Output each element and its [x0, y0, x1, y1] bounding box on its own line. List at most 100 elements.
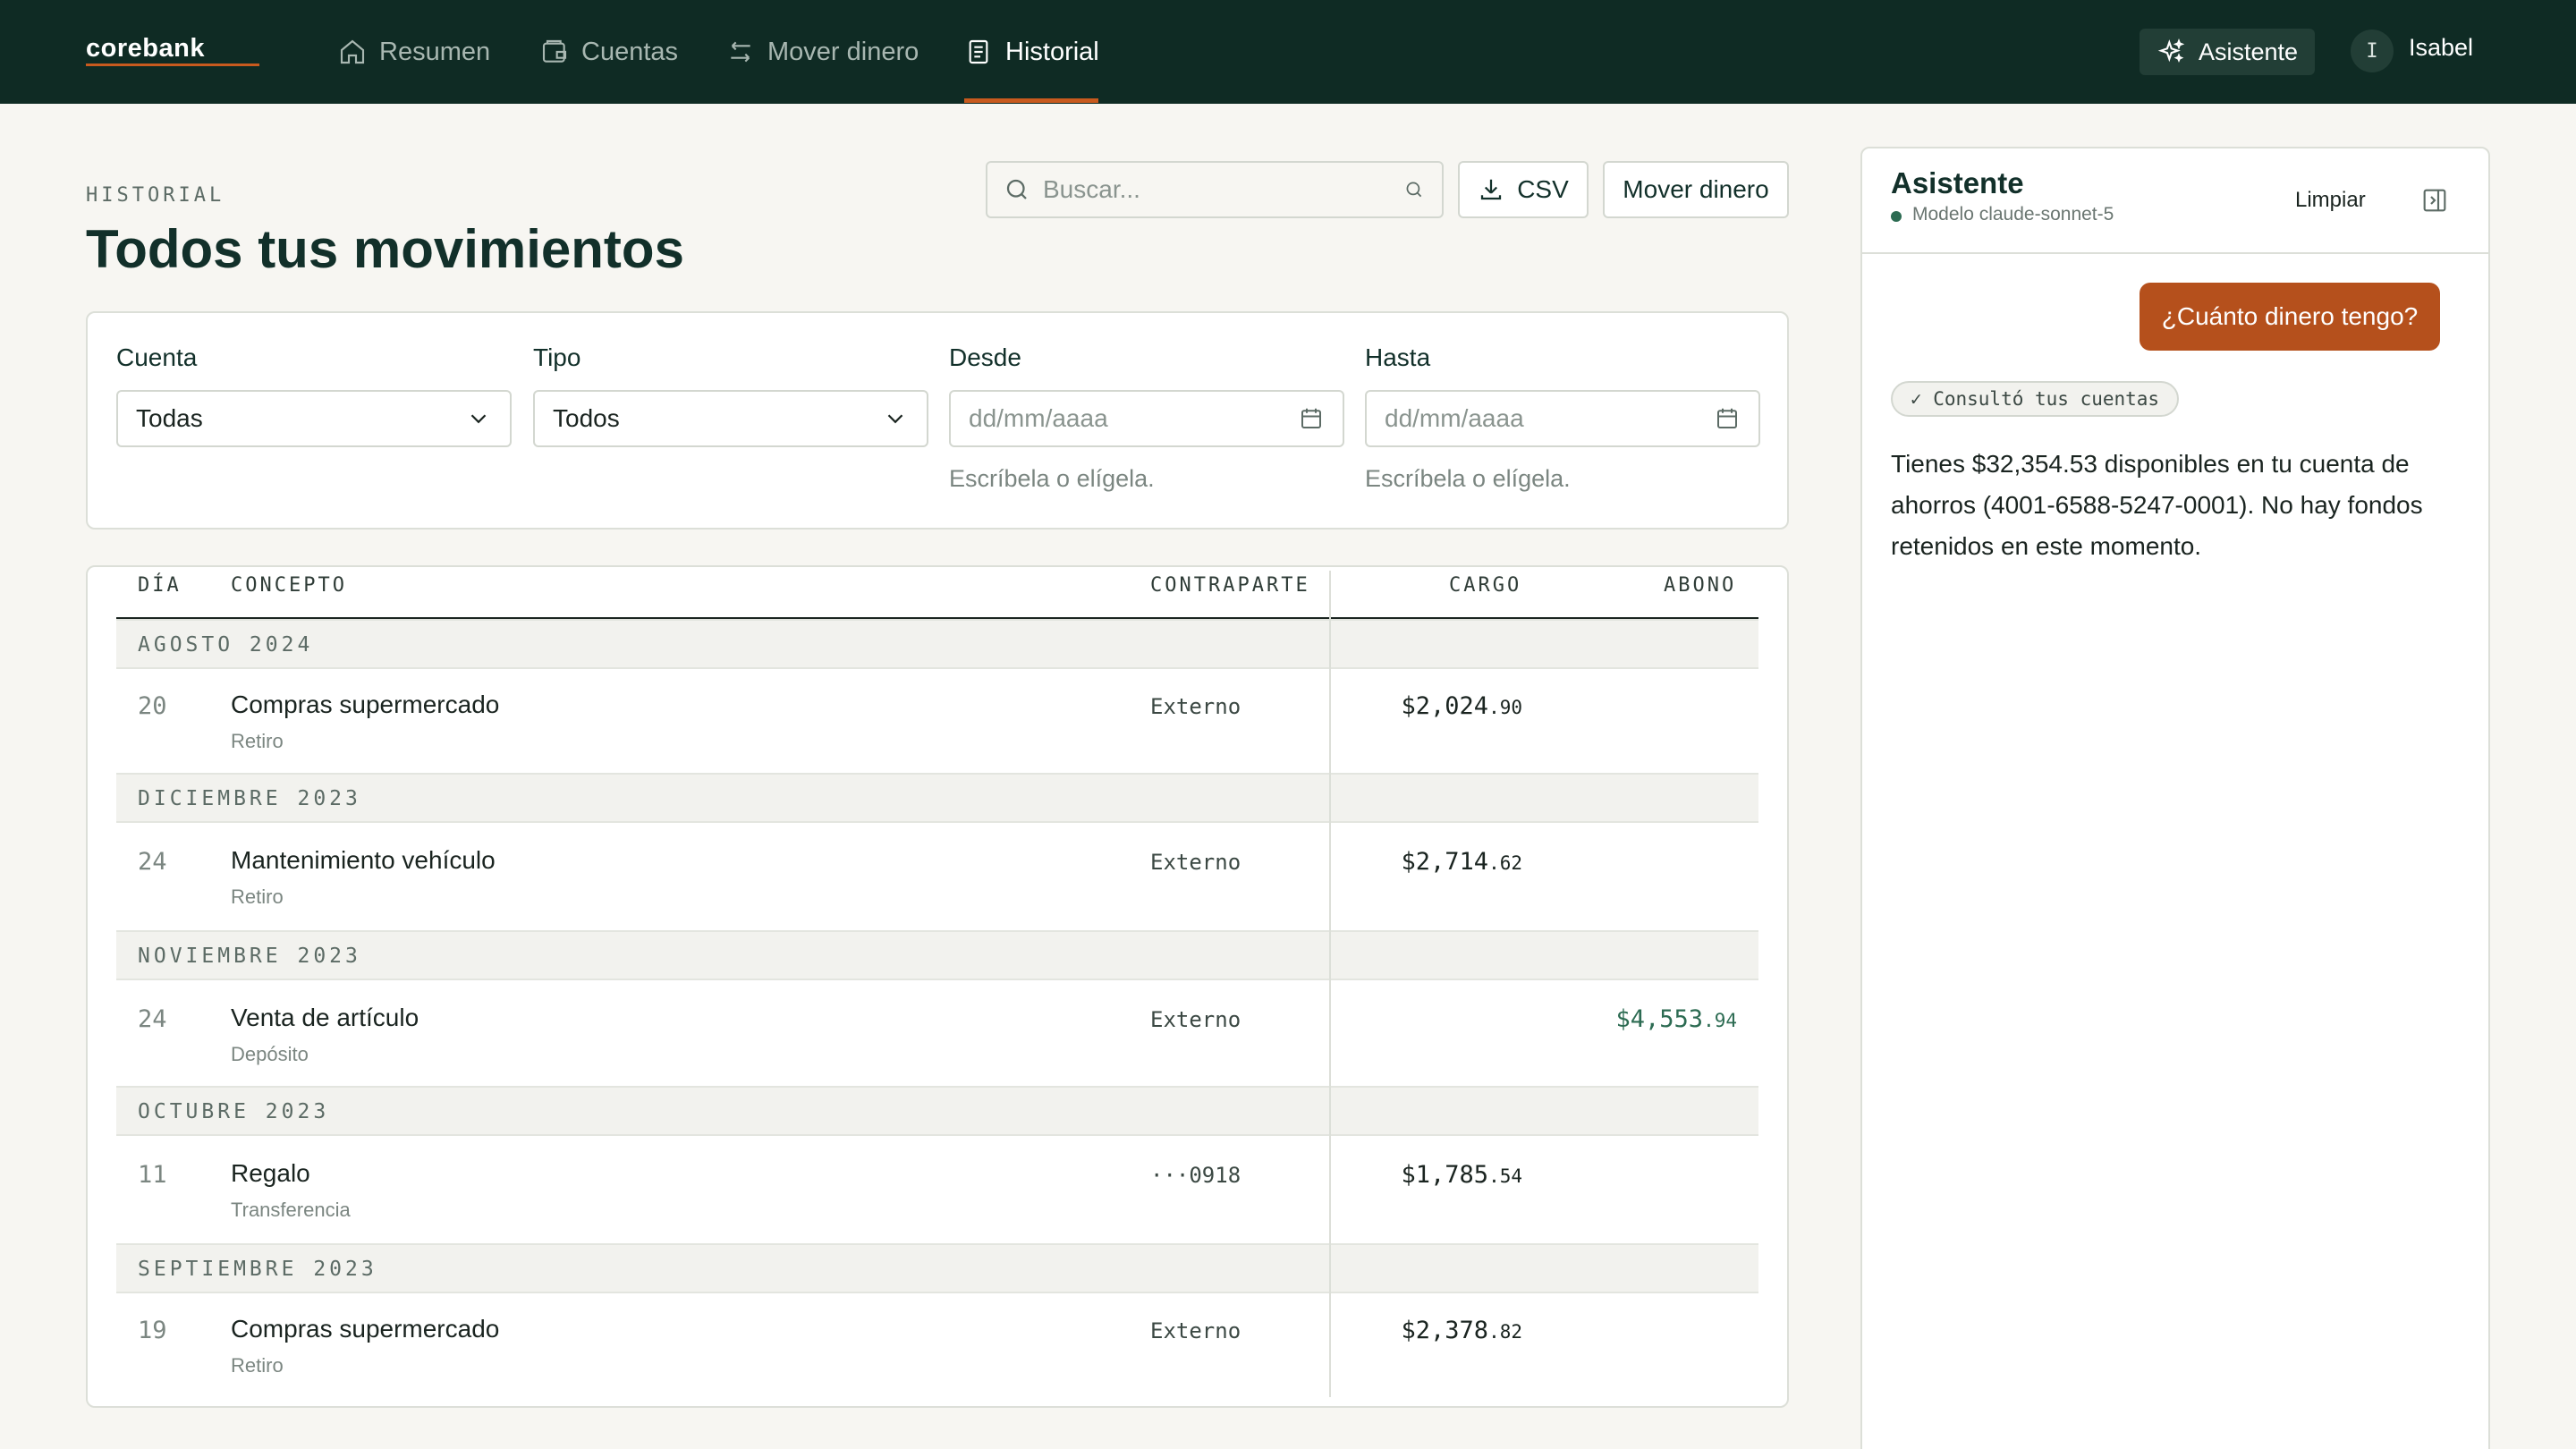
month-group-header: OCTUBRE 2023 [116, 1086, 1758, 1136]
assistant-answer: Tienes $32,354.53 disponibles en tu cuen… [1891, 450, 2423, 560]
download-csv-button[interactable]: CSV [1458, 161, 1589, 218]
nav-item-cuentas[interactable]: Cuentas [540, 0, 678, 104]
assistant-button[interactable]: Asistente [2140, 29, 2315, 75]
document-icon [969, 39, 988, 64]
column-header-day: DÍA [138, 574, 182, 597]
filter-label-hasta: Hasta [1365, 343, 1431, 371]
calendar-icon[interactable] [1298, 405, 1325, 432]
search-input[interactable] [1043, 175, 1402, 204]
row-charge-amount: $2,714.62 [1402, 848, 1522, 876]
type-select-value: Todos [553, 404, 620, 432]
nav-label: Historial [1005, 37, 1099, 66]
date-to-placeholder: dd/mm/aaaa [1385, 404, 1524, 432]
column-header-counterparty: CONTRAPARTE [1150, 574, 1310, 597]
csv-label: CSV [1517, 175, 1569, 203]
row-concept[interactable]: Regalo [231, 1159, 310, 1188]
nav-item-mover-dinero[interactable]: Mover dinero [726, 0, 919, 104]
date-from-hint: Escríbela o elígela. [949, 465, 1155, 492]
amount-cents: .90 [1488, 697, 1522, 718]
column-header-concept: CONCEPTO [231, 574, 347, 597]
search-icon [1006, 179, 1027, 199]
date-from-field[interactable]: dd/mm/aaaa [949, 390, 1344, 447]
date-to-hint: Escríbela o elígela. [1365, 465, 1571, 492]
row-counterparty: Externo [1150, 1318, 1241, 1343]
amount-cents: .62 [1488, 852, 1522, 874]
date-from-placeholder: dd/mm/aaaa [969, 404, 1108, 432]
row-concept[interactable]: Compras supermercado [231, 691, 499, 719]
page-eyebrow: HISTORIAL [86, 184, 225, 207]
row-charge-amount: $1,785.54 [1402, 1161, 1522, 1189]
search-icon[interactable] [1402, 178, 1426, 201]
month-group-header: NOVIEMBRE 2023 [116, 930, 1758, 980]
nav-item-resumen[interactable]: Resumen [338, 0, 490, 104]
row-day: 24 [138, 1005, 167, 1033]
model-label: Modelo claude-sonnet-5 [1912, 204, 2114, 225]
row-counterparty: Externo [1150, 850, 1241, 875]
row-concept[interactable]: Compras supermercado [231, 1315, 499, 1343]
row-credit-amount: $4,553.94 [1616, 1005, 1737, 1033]
amount-main: $2,024 [1401, 692, 1489, 720]
row-type: Retiro [231, 886, 284, 908]
chevron-down-icon [470, 414, 487, 424]
user-name[interactable]: Isabel [2409, 34, 2473, 62]
date-to-field[interactable]: dd/mm/aaaa [1365, 390, 1760, 447]
move-money-button[interactable]: Mover dinero [1603, 161, 1789, 218]
amount-cents: .54 [1488, 1165, 1522, 1187]
collapse-panel-icon[interactable] [2420, 186, 2449, 215]
row-type: Transferencia [231, 1199, 351, 1221]
month-label: SEPTIEMBRE 2023 [138, 1258, 377, 1281]
logo-underline [86, 64, 259, 66]
amount-main: $2,714 [1401, 848, 1489, 876]
type-select[interactable]: Todos [533, 390, 928, 447]
page-title: Todos tus movimientos [86, 219, 684, 279]
month-label: AGOSTO 2024 [138, 633, 314, 657]
assistant-panel-title: Asistente [1891, 166, 2024, 199]
row-concept[interactable]: Venta de artículo [231, 1004, 419, 1032]
model-status-dot [1891, 211, 1902, 222]
nav-item-historial[interactable]: Historial [964, 0, 1099, 104]
row-day: 11 [138, 1161, 167, 1189]
user-avatar[interactable]: I [2351, 30, 2394, 72]
row-charge-amount: $2,024.90 [1402, 692, 1522, 720]
row-counterparty: ···0918 [1150, 1163, 1241, 1188]
wallet-icon [542, 39, 567, 63]
column-header-credit: ABONO [1664, 574, 1737, 597]
row-type: Depósito [231, 1043, 309, 1065]
nav-label: Cuentas [581, 37, 679, 66]
month-group-header: AGOSTO 2024 [116, 619, 1758, 669]
row-day: 24 [138, 848, 167, 876]
row-type: Retiro [231, 1354, 284, 1377]
row-concept[interactable]: Mantenimiento vehículo [231, 846, 496, 875]
amount-main: $4,553 [1615, 1005, 1704, 1033]
column-header-charge: CARGO [1449, 574, 1522, 597]
filter-label-desde: Desde [949, 343, 1021, 371]
corebank-logo[interactable]: corebank [86, 34, 205, 64]
amount-main: $1,785 [1401, 1161, 1489, 1189]
assistant-button-label: Asistente [2199, 38, 2299, 65]
home-icon [340, 39, 365, 64]
chevron-down-icon [887, 414, 903, 424]
month-label: NOVIEMBRE 2023 [138, 945, 361, 968]
row-charge-amount: $2,378.82 [1402, 1317, 1522, 1344]
month-label: OCTUBRE 2023 [138, 1100, 330, 1123]
account-select[interactable]: Todas [116, 390, 512, 447]
month-group-header: SEPTIEMBRE 2023 [116, 1243, 1758, 1293]
filter-label-cuenta: Cuenta [116, 343, 198, 371]
amount-cents: .82 [1488, 1321, 1522, 1343]
row-day: 19 [138, 1317, 167, 1344]
amount-cents: .94 [1703, 1010, 1737, 1031]
transfer-icon [731, 41, 750, 63]
calendar-icon[interactable] [1714, 405, 1741, 432]
row-counterparty: Externo [1150, 694, 1241, 719]
sparkles-icon [2157, 38, 2185, 64]
download-icon [1481, 179, 1502, 200]
filter-label-tipo: Tipo [533, 343, 581, 371]
nav-active-indicator [964, 98, 1098, 103]
search-box[interactable] [986, 161, 1444, 218]
account-select-value: Todas [136, 404, 203, 432]
clear-chat-button[interactable]: Limpiar [2295, 188, 2366, 213]
row-day: 20 [138, 692, 167, 720]
panel-header-divider [1862, 252, 2488, 254]
user-message-bubble: ¿Cuánto dinero tengo? [2140, 283, 2440, 351]
nav-label: Resumen [379, 37, 491, 66]
